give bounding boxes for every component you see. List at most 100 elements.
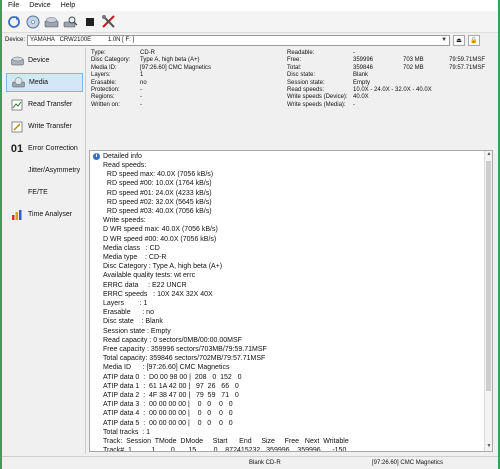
info-label: Write speeds (Media):	[287, 101, 346, 108]
detail-line: Erasable : no	[103, 309, 154, 317]
detail-line: ERRC speeds : 10X 24X 32X 40X	[103, 290, 213, 298]
detail-line: RD speed #03: 40.0X (7056 kB/s)	[103, 208, 212, 216]
info-value	[403, 50, 424, 57]
eject-tray-button[interactable]: ⏏	[453, 34, 466, 46]
detail-line: RD speed #01: 24.0X (4233 kB/s)	[103, 189, 212, 197]
sidebar-item-device[interactable]: Device	[6, 51, 83, 70]
detailed-info-lines: Read speeds: RD speed max: 40.0X (7056 k…	[90, 161, 492, 452]
info-label: Disc Category:	[91, 57, 131, 64]
sidebar-item-label: Read Transfer	[28, 101, 73, 108]
stop-button[interactable]	[82, 14, 97, 29]
lock-tray-button[interactable]: 🔒	[468, 34, 481, 46]
info-value: 703 MB	[403, 57, 424, 64]
detail-line: ERRC data : E22 UNCR	[103, 281, 187, 289]
info-label: Media ID:	[91, 64, 117, 71]
scan-button[interactable]	[63, 14, 78, 29]
tools-icon	[102, 15, 115, 28]
toolbar	[2, 11, 498, 33]
detail-line: ATIP data 0 : D0 00 98 00 | 208 0 152 0	[103, 373, 242, 381]
disc-refresh-icon	[26, 15, 39, 28]
info-value: 702 MB	[403, 64, 424, 71]
menu-help[interactable]: Help	[61, 2, 75, 9]
bar-chart-icon	[10, 209, 24, 221]
sidebar-item-time-analyser[interactable]: Time Analyser	[6, 205, 83, 224]
detail-line: Layers : 1	[103, 300, 148, 308]
sidebar: Device Media Read Transfer Write Transfe…	[4, 48, 86, 454]
sidebar-item-jitter[interactable]: Jitter/Asymmetry	[6, 161, 83, 180]
info-value	[449, 102, 485, 109]
lock-icon: 🔒	[470, 37, 478, 44]
info-value	[403, 72, 424, 79]
detail-line: RD speed #00: 10.0X (1764 kB/s)	[103, 180, 212, 188]
detail-line: Track: Session TMode DMode Start End Siz…	[103, 438, 349, 446]
info-label: Layers:	[91, 72, 111, 79]
device-select-value: YAMAHA CRW2100E 1.0N [ F: ]	[30, 37, 135, 43]
sidebar-item-label: Time Analyser	[28, 211, 73, 218]
sidebar-item-read-transfer[interactable]: Read Transfer	[6, 95, 83, 114]
sidebar-item-label: Media	[29, 79, 49, 86]
detail-line: Write speeds:	[103, 217, 146, 225]
sidebar-item-write-transfer[interactable]: Write Transfer	[6, 117, 83, 136]
device-select[interactable]: YAMAHA CRW2100E 1.0N [ F: ] ▼	[27, 34, 451, 46]
info-label: Total:	[287, 64, 302, 71]
scroll-down-icon[interactable]: ▼	[485, 443, 492, 451]
menu-file[interactable]: File	[8, 2, 19, 9]
info-col1-values: CD-R Type A, high beta (A+) [97:26.60] C…	[140, 50, 211, 109]
media-disc-icon	[11, 77, 25, 89]
scroll-up-icon[interactable]: ▲	[485, 151, 492, 159]
info-icon: i	[93, 152, 100, 160]
info-label: Read speeds:	[287, 86, 325, 93]
jitter-icon	[10, 165, 24, 177]
scroll-thumb[interactable]	[486, 161, 491, 391]
detail-line: Track# 1 1 0 15 0 872415232 359996 35999…	[103, 447, 347, 452]
info-value: -	[140, 101, 142, 108]
info-value	[403, 94, 424, 101]
sidebar-item-error-correction[interactable]: 01 Error Correction	[6, 139, 83, 158]
settings-button[interactable]	[101, 14, 116, 29]
refresh-button[interactable]	[6, 14, 21, 29]
info-label: Erasable:	[91, 79, 117, 86]
detail-line: Total capacity: 359846 sectors/702MB/79:…	[103, 355, 266, 363]
detail-line: RD speed max: 40.0X (7056 kB/s)	[103, 171, 214, 179]
detail-line: Disc state : Blank	[103, 318, 163, 326]
sidebar-item-media[interactable]: Media	[6, 73, 83, 92]
read-transfer-icon	[10, 99, 24, 111]
detail-line: D WR speed #00: 40.0X (7056 kB/s)	[103, 235, 217, 243]
detailed-info-panel[interactable]: i Detailed info Read speeds: RD speed ma…	[89, 150, 493, 452]
detail-line: Media class : CD	[103, 244, 160, 252]
detail-line: D WR speed max: 40.0X (7056 kB/s)	[103, 226, 218, 234]
info-value	[403, 87, 424, 94]
eject-button[interactable]	[44, 14, 59, 29]
info-col1-labels: Type: Disc Category: Media ID: Layers: E…	[91, 50, 130, 109]
info-value: [97:26.60] CMC Magnetics	[140, 64, 212, 71]
sidebar-item-label: Error Correction	[28, 145, 78, 152]
media-info-grid: Type: Disc Category: Media ID: Layers: E…	[89, 49, 496, 148]
detail-line: Session state : Empty	[103, 327, 171, 335]
device-bar: Device: YAMAHA CRW2100E 1.0N [ F: ] ▼ ⏏ …	[2, 33, 498, 47]
sidebar-item-label: Device	[28, 57, 50, 64]
sidebar-item-label: FE/TE	[28, 189, 48, 196]
rescan-button[interactable]	[25, 14, 40, 29]
scrollbar[interactable]: ▲ ▼	[484, 151, 492, 451]
info-value: 1	[140, 72, 144, 79]
status-disc: Blank CD-R	[249, 460, 281, 466]
stop-icon	[85, 17, 94, 26]
status-media-id: [97:26.60] CMC Magnetics	[372, 460, 444, 466]
menu-device[interactable]: Device	[29, 2, 50, 9]
device-label: Device:	[5, 37, 26, 43]
info-value: -	[140, 86, 142, 93]
menu-bar: File Device Help	[2, 0, 498, 11]
write-transfer-icon	[10, 121, 24, 133]
detail-line: Read capacity : 0 sectors/0MB/00:00.00MS…	[103, 336, 242, 344]
info-value: 79:57.71MSF	[449, 64, 486, 71]
info-label: Written on:	[91, 101, 120, 108]
info-value	[449, 80, 485, 87]
info-label: Type:	[91, 50, 106, 56]
detail-line: RD speed #02: 32.0X (5645 kB/s)	[103, 198, 212, 206]
sidebar-item-fe-te[interactable]: FE/TE	[6, 183, 83, 202]
info-value: Type A, high beta (A+)	[140, 57, 200, 64]
info-label: Protection:	[91, 86, 120, 93]
info-value	[449, 50, 485, 57]
detailed-info-header: i Detailed info	[90, 151, 492, 161]
info-value	[449, 94, 485, 101]
